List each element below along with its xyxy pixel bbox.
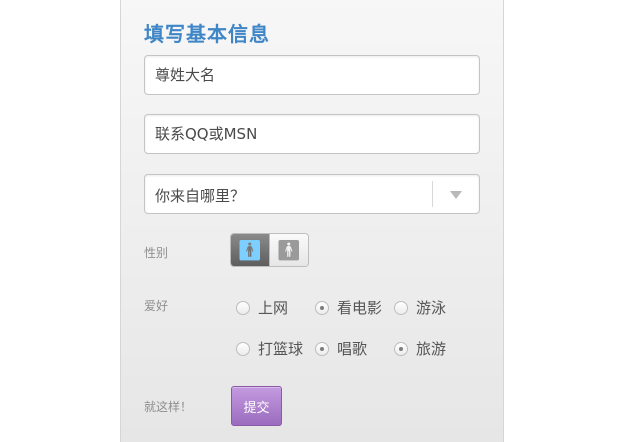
hobby-option-label: 游泳 <box>416 299 447 317</box>
contact-field[interactable] <box>144 114 480 154</box>
gender-label: 性别 <box>144 246 169 260</box>
name-field[interactable] <box>144 55 480 95</box>
person-icon: 🚹︎ <box>276 238 302 262</box>
hobby-option[interactable]: 看电影 <box>315 297 382 318</box>
chevron-down-icon[interactable] <box>450 191 462 199</box>
hobby-option-label: 旅游 <box>416 340 447 358</box>
origin-select[interactable]: 你来自哪里？ <box>144 174 480 214</box>
name-input[interactable] <box>145 56 479 94</box>
gender-toggle[interactable]: 🚹︎ 🚹︎ <box>230 233 309 267</box>
radio-button[interactable] <box>315 341 329 356</box>
hobby-option-label: 看电影 <box>337 299 383 317</box>
hobby-option[interactable]: 唱歌 <box>315 338 367 359</box>
male-icon: 🚹︎ <box>237 238 263 262</box>
form-title: 填写基本信息 <box>144 22 270 46</box>
gender-male-button[interactable]: 🚹︎ <box>231 234 270 266</box>
hobby-option-label: 上网 <box>258 299 289 317</box>
radio-button[interactable] <box>236 300 250 315</box>
hobby-option[interactable]: 旅游 <box>394 338 446 359</box>
hobby-option[interactable]: 游泳 <box>394 297 446 318</box>
contact-input[interactable] <box>145 115 479 153</box>
hobby-option[interactable]: 上网 <box>236 297 288 318</box>
select-divider <box>432 181 433 207</box>
radio-button[interactable] <box>236 341 250 356</box>
hobby-label: 爱好 <box>144 299 169 313</box>
hobby-option-label: 唱歌 <box>337 340 368 358</box>
hobby-option[interactable]: 打篮球 <box>236 338 303 359</box>
radio-button[interactable] <box>315 300 329 315</box>
submit-button[interactable]: 提交 <box>231 386 282 426</box>
radio-button[interactable] <box>394 300 408 315</box>
hobby-option-label: 打篮球 <box>258 340 304 358</box>
radio-button[interactable] <box>394 341 408 356</box>
submit-prompt: 就这样！ <box>144 400 193 414</box>
origin-select-value: 你来自哪里？ <box>155 187 246 205</box>
gender-female-button[interactable]: 🚹︎ <box>269 234 308 266</box>
